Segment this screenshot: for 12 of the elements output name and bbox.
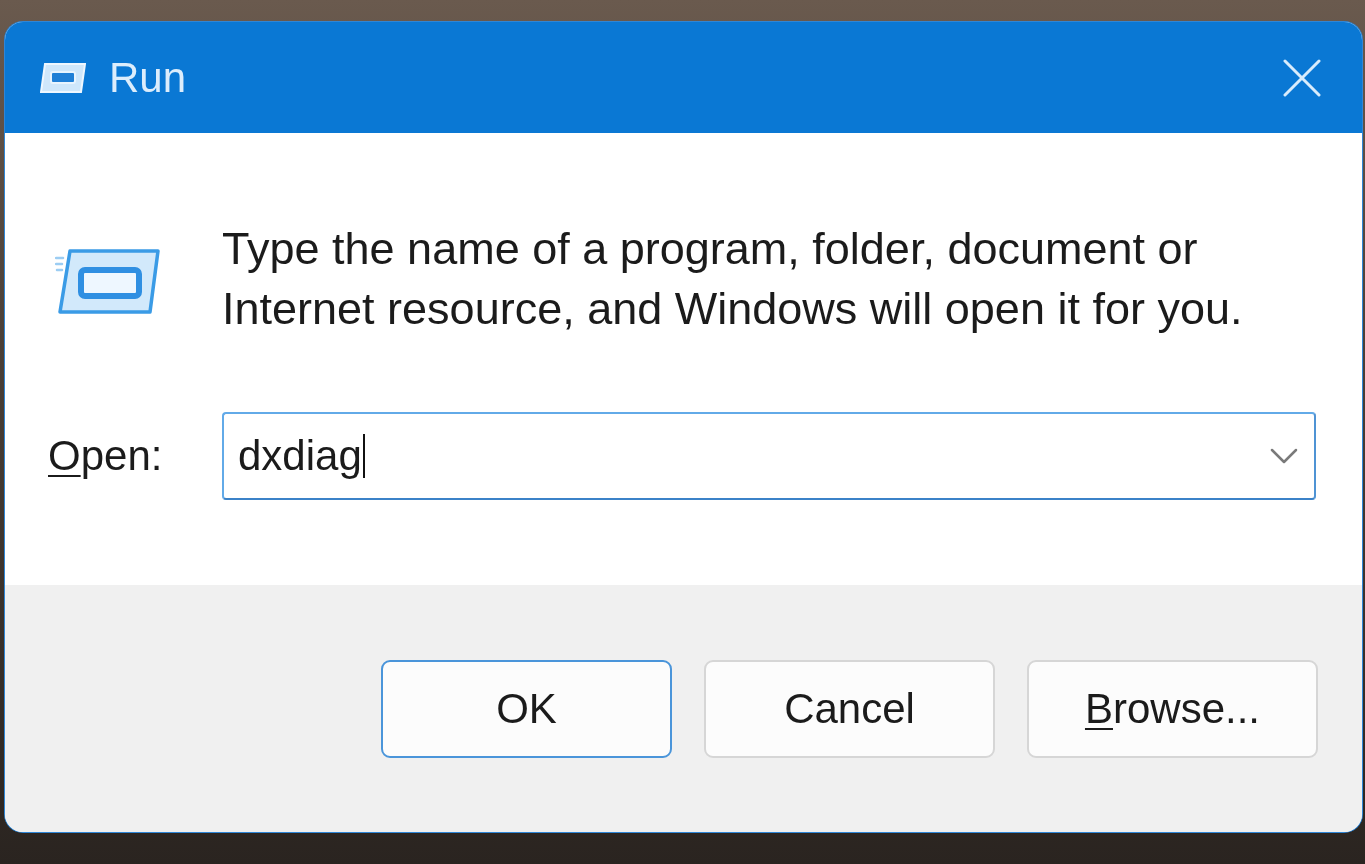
- dialog-button[interactable]: Browse...: [1027, 660, 1318, 758]
- field-label: Open:: [48, 432, 163, 480]
- run-app-icon: [55, 248, 161, 315]
- window-title: Run: [109, 52, 187, 103]
- instruction-text: Type the name of a program, folder, document or Internet resource, and Windows will open it for you.: [222, 222, 1244, 336]
- open-combobox[interactable]: dxdiag: [222, 412, 1316, 500]
- dialog-button[interactable]: Cancel: [704, 660, 995, 758]
- text-cursor-icon: [362, 434, 365, 478]
- run-app-icon: [40, 62, 86, 93]
- close-icon: [1283, 58, 1321, 97]
- chevron-down-icon[interactable]: [1270, 448, 1298, 464]
- dialog-button[interactable]: OK: [381, 660, 672, 758]
